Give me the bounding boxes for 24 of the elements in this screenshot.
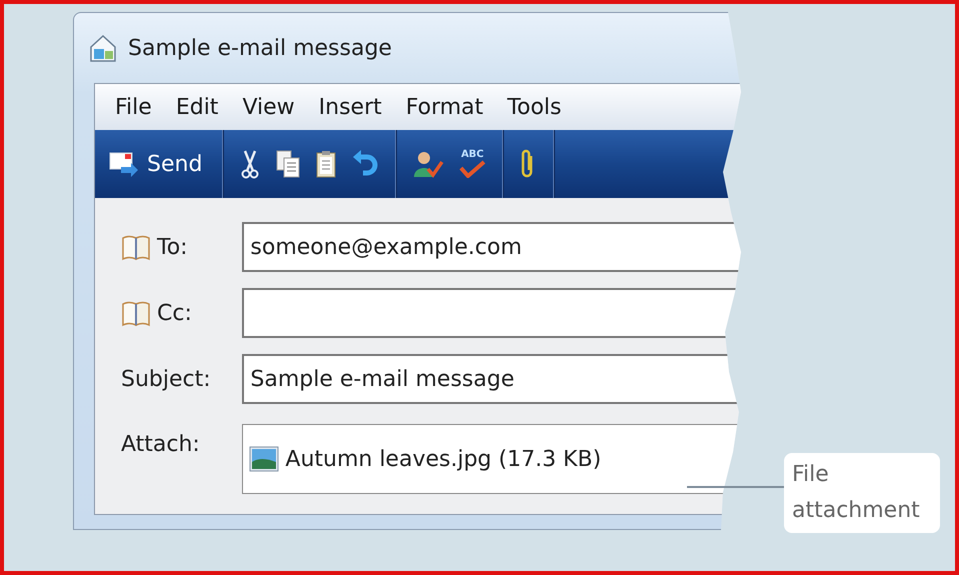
- address-book-icon[interactable]: [121, 299, 151, 327]
- attachment-name: Autumn leaves.jpg (17.3 KB): [285, 446, 602, 472]
- spell-check-button[interactable]: ABC: [458, 150, 486, 178]
- clipboard-icon[interactable]: [315, 149, 338, 179]
- send-button[interactable]: Send: [105, 147, 206, 181]
- field-label: To:: [157, 234, 188, 260]
- callout-label: File attachment: [784, 453, 940, 533]
- copy-icon[interactable]: [275, 149, 302, 179]
- scissors-icon[interactable]: [239, 149, 262, 179]
- send-icon: [109, 151, 139, 177]
- field-label: Subject:: [121, 366, 211, 392]
- menu-item[interactable]: Format: [396, 90, 494, 124]
- field-label: Attach:: [121, 432, 200, 457]
- menu-item[interactable]: Tools: [497, 90, 572, 124]
- menu-item[interactable]: Edit: [166, 90, 228, 124]
- menu-item[interactable]: File: [105, 90, 162, 124]
- menu-item[interactable]: Insert: [308, 90, 392, 124]
- address-book-icon[interactable]: [121, 233, 151, 261]
- window-title: Sample e-mail message: [128, 36, 392, 60]
- contact-check-icon[interactable]: [412, 149, 444, 179]
- field-label: Cc:: [157, 300, 192, 326]
- app-icon: [88, 33, 118, 63]
- image-file-icon: [249, 446, 280, 472]
- menu-item[interactable]: View: [232, 90, 305, 124]
